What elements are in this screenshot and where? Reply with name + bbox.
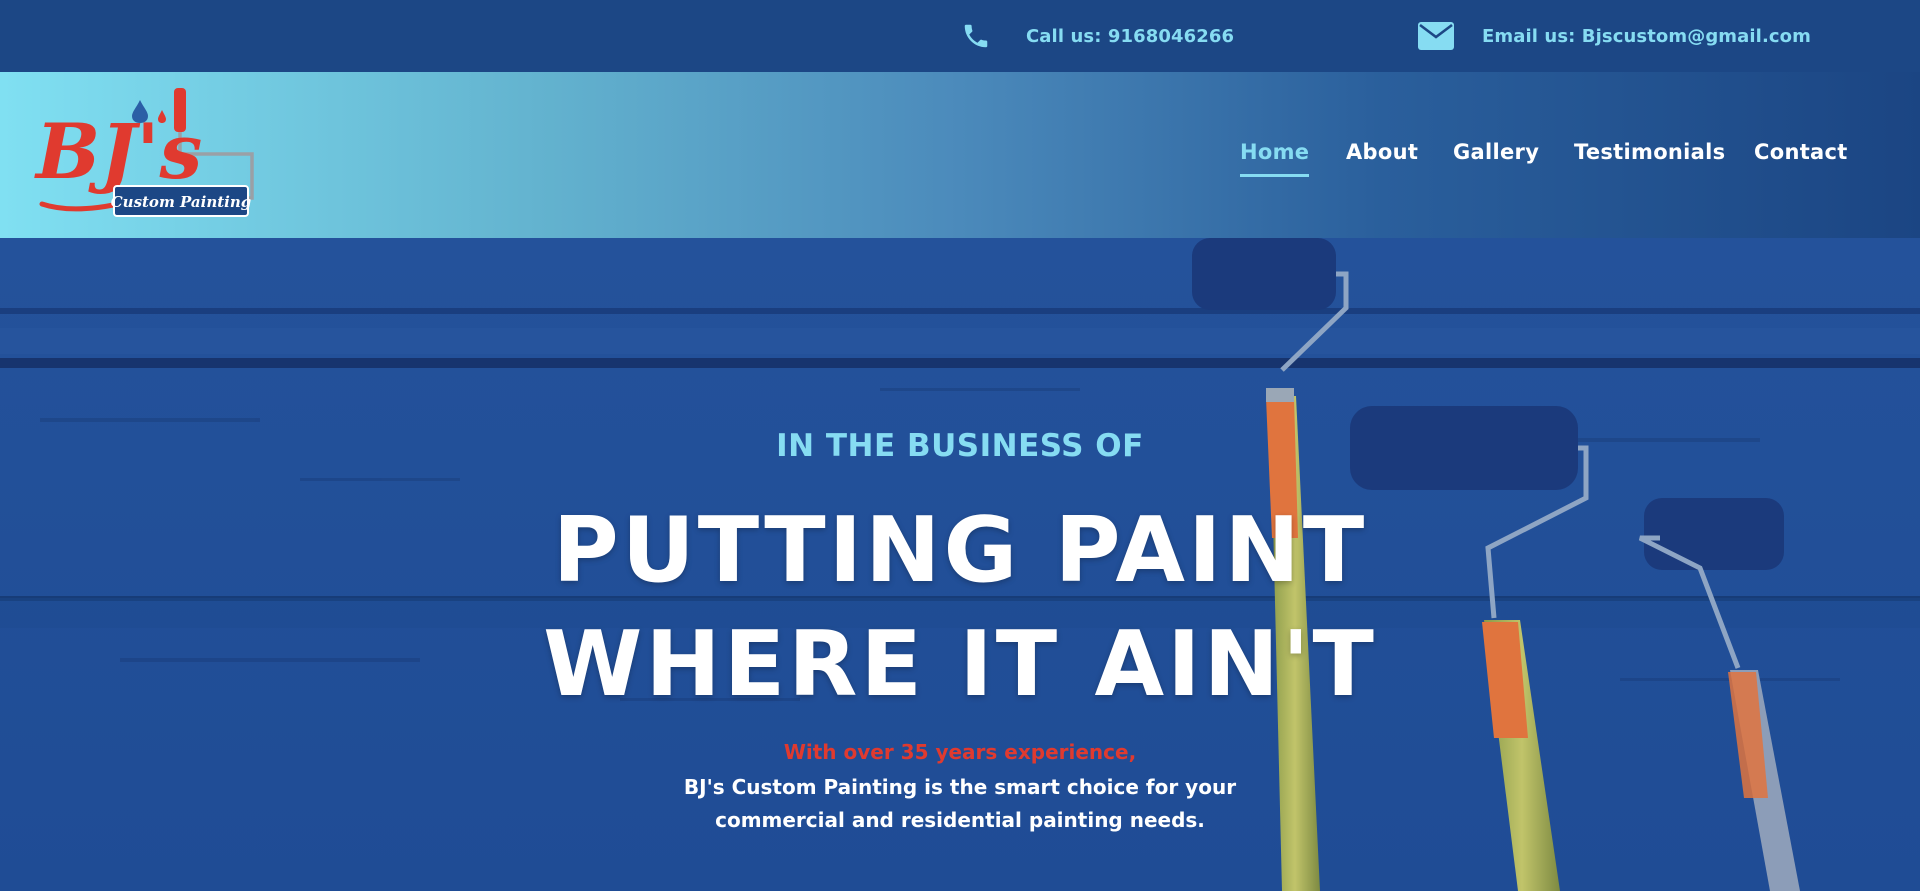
headline-line-2: WHERE IT AIN'T: [543, 612, 1377, 717]
hero-description: BJ's Custom Painting is the smart choice…: [0, 771, 1920, 837]
active-nav-underline: [1240, 174, 1310, 177]
site-header: BJ's Custom Painting Home About Gallery …: [0, 72, 1920, 238]
nav-item-testimonials[interactable]: Testimonials: [1574, 140, 1725, 164]
nav-item-contact[interactable]: Contact: [1754, 140, 1848, 164]
envelope-icon: [1418, 18, 1454, 54]
hero-section: IN THE BUSINESS OF PUTTING PAINT WHERE I…: [0, 238, 1920, 891]
phone-icon: [958, 18, 994, 54]
main-nav: Home About Gallery Testimonials Contact: [0, 72, 1920, 238]
email-contact[interactable]: Email us: Bjscustom@gmail.com: [1418, 0, 1811, 72]
headline-line-1: PUTTING PAINT: [552, 498, 1368, 603]
hero-eyebrow: IN THE BUSINESS OF: [776, 428, 1144, 464]
nav-label[interactable]: About: [1346, 140, 1418, 164]
nav-item-about[interactable]: About: [1346, 140, 1418, 164]
description-line-2: commercial and residential painting need…: [715, 808, 1205, 832]
phone-text[interactable]: Call us: 9168046266: [1026, 26, 1234, 47]
nav-label[interactable]: Gallery: [1453, 140, 1539, 164]
nav-label[interactable]: Testimonials: [1574, 140, 1725, 164]
nav-label[interactable]: Home: [1240, 140, 1309, 164]
hero-content: IN THE BUSINESS OF PUTTING PAINT WHERE I…: [0, 238, 1920, 891]
phone-contact[interactable]: Call us: 9168046266: [958, 0, 1234, 72]
hero-headline: PUTTING PAINT WHERE IT AIN'T: [0, 494, 1920, 722]
nav-item-home[interactable]: Home: [1240, 140, 1310, 177]
experience-highlight: With over 35 years experience,: [783, 740, 1137, 764]
nav-label[interactable]: Contact: [1754, 140, 1848, 164]
nav-item-gallery[interactable]: Gallery: [1453, 140, 1539, 164]
top-contact-bar: Call us: 9168046266 Email us: Bjscustom@…: [0, 0, 1920, 72]
email-text[interactable]: Email us: Bjscustom@gmail.com: [1482, 26, 1811, 47]
description-line-1: BJ's Custom Painting is the smart choice…: [683, 775, 1237, 799]
